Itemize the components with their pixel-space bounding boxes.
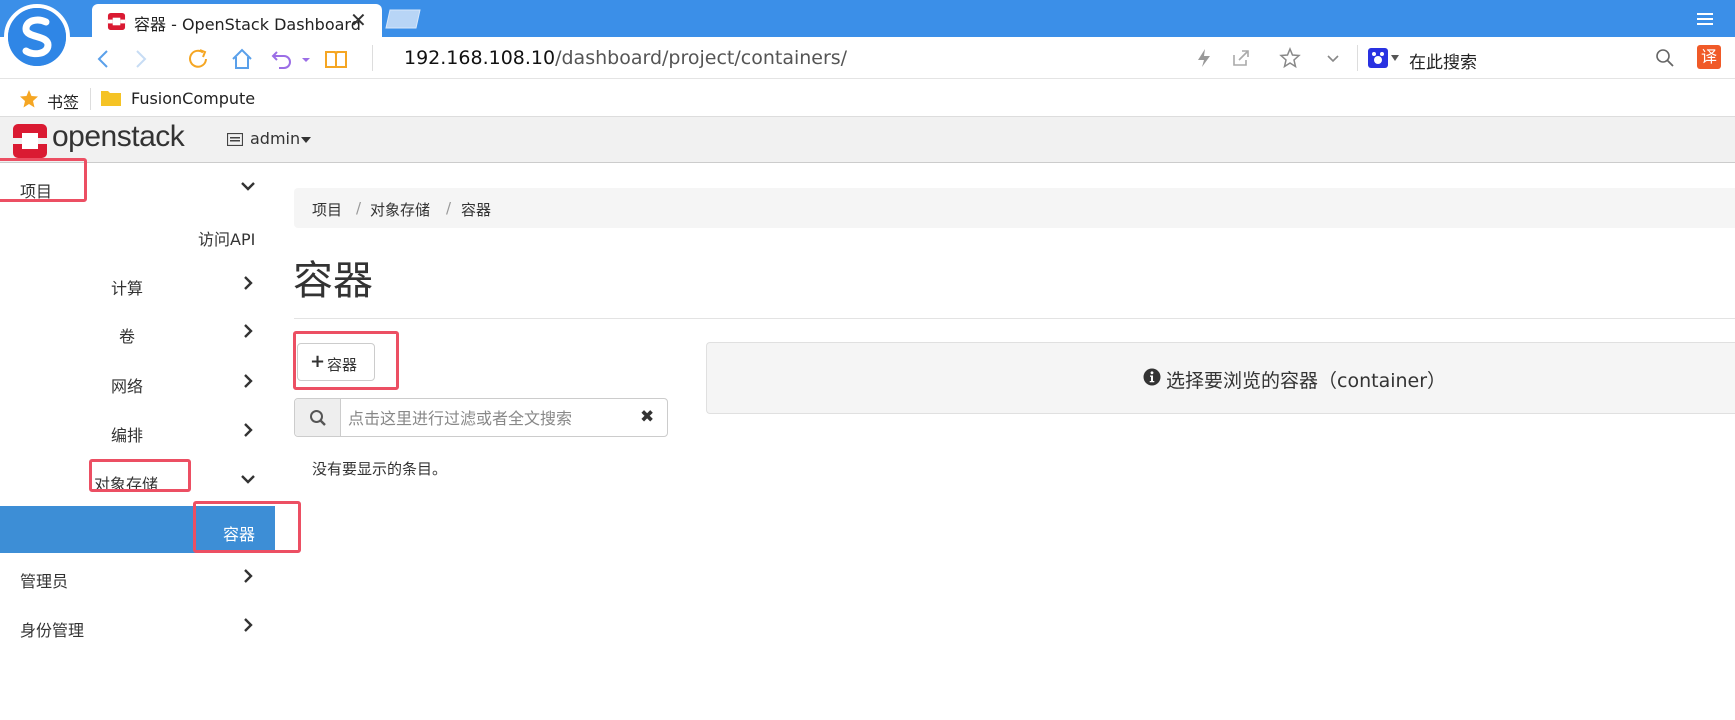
- undo-dropdown-icon[interactable]: [300, 47, 312, 71]
- highlight-box-project: [0, 158, 87, 202]
- sidebar-item-label: 卷: [119, 327, 136, 346]
- page-title: 容器: [293, 258, 373, 304]
- project-dropdown-caret-icon[interactable]: [301, 137, 311, 143]
- chevron-right-icon: [244, 569, 253, 583]
- sidebar-item-identity[interactable]: 身份管理: [0, 604, 275, 648]
- openstack-header: openstack admin: [0, 117, 1735, 163]
- info-message: 选择要浏览的容器（container）: [1166, 370, 1447, 392]
- sidebar-item-label: 计算: [111, 279, 144, 298]
- breadcrumb-item-object-store[interactable]: 对象存储: [370, 199, 430, 220]
- breadcrumb-separator: /: [356, 199, 362, 217]
- url-host: 192.168.108.10: [404, 47, 556, 69]
- add-container-button[interactable]: + 容器: [297, 343, 375, 381]
- chevron-right-icon: [244, 618, 253, 632]
- plus-icon: +: [310, 351, 326, 372]
- title-divider: [294, 318, 1735, 319]
- undo-close-tab-icon[interactable]: [270, 47, 294, 71]
- reload-icon[interactable]: [186, 47, 210, 71]
- addr-divider: [372, 45, 373, 71]
- sidebar-item-label: 编排: [111, 426, 144, 445]
- folder-icon: [101, 91, 121, 106]
- breadcrumb: 项目 / 对象存储 / 容器: [294, 188, 1735, 228]
- browser-tab-active[interactable]: 容器 - OpenStack Dashboard ✕: [92, 4, 382, 37]
- info-circle-icon: [1143, 368, 1161, 386]
- container-info-panel: 选择要浏览的容器（container）: [706, 342, 1735, 414]
- highlight-box-containers: [193, 501, 301, 553]
- home-icon[interactable]: [230, 47, 254, 71]
- sidebar-item-label: 网络: [111, 377, 144, 396]
- project-selector-icon: [227, 133, 243, 146]
- breadcrumb-item-project[interactable]: 项目: [312, 199, 342, 220]
- search-engine-dropdown-icon[interactable]: [1391, 55, 1399, 61]
- sidebar-item-compute[interactable]: 计算: [0, 262, 275, 306]
- url-path: /dashboard/project/containers/: [555, 47, 848, 69]
- bookmarks-button[interactable]: 书签: [47, 89, 79, 113]
- sidebar-item-label: 身份管理: [20, 621, 85, 640]
- container-filter: ✖: [294, 398, 668, 437]
- breadcrumb-separator: /: [446, 199, 452, 217]
- sidebar-item-orchestration[interactable]: 编排: [0, 409, 275, 453]
- sidebar-item-admin[interactable]: 管理员: [0, 555, 275, 599]
- filter-search-addon[interactable]: [295, 399, 341, 436]
- chevron-down-icon: [241, 182, 255, 191]
- search-icon[interactable]: [1654, 47, 1676, 69]
- browser-tabstrip: 容器 - OpenStack Dashboard ✕: [0, 0, 1735, 37]
- search-icon: [310, 410, 326, 426]
- forward-icon[interactable]: [128, 47, 152, 71]
- chevron-right-icon: [244, 423, 253, 437]
- chevron-down-icon: [241, 475, 255, 484]
- browser-search-input[interactable]: 在此搜索: [1409, 48, 1477, 73]
- addr-dropdown-icon[interactable]: [1322, 47, 1344, 69]
- empty-message: 没有要显示的条目。: [312, 460, 448, 478]
- tab-close-icon[interactable]: ✕: [350, 8, 367, 32]
- baidu-search-engine-icon[interactable]: [1368, 48, 1388, 68]
- filter-input[interactable]: [348, 406, 628, 430]
- sidebar-item-volumes[interactable]: 卷: [0, 310, 275, 354]
- breadcrumb-item-containers: 容器: [461, 201, 492, 219]
- back-icon[interactable]: [92, 47, 116, 71]
- bookmark-divider: [90, 88, 91, 110]
- openstack-logo-text[interactable]: openstack: [52, 120, 185, 154]
- url-field[interactable]: 192.168.108.10/dashboard/project/contain…: [404, 47, 847, 69]
- share-icon[interactable]: [1230, 47, 1252, 69]
- clear-filter-icon[interactable]: ✖: [640, 407, 654, 427]
- highlight-box-object-store: [89, 459, 191, 492]
- openstack-favicon-icon: [107, 12, 126, 31]
- address-bar: 192.168.108.10/dashboard/project/contain…: [0, 37, 1735, 79]
- speed-icon[interactable]: [1193, 47, 1215, 69]
- search-divider: [1357, 45, 1358, 71]
- bookmark-star-icon: [20, 90, 38, 108]
- tab-title: 容器 - OpenStack Dashboard: [134, 15, 361, 34]
- openstack-logo-icon[interactable]: [13, 124, 47, 158]
- reader-mode-icon[interactable]: [324, 47, 348, 71]
- browser-menu-icon[interactable]: [1695, 9, 1715, 29]
- browser-logo-icon[interactable]: [4, 4, 70, 70]
- favorite-star-icon[interactable]: [1279, 47, 1301, 69]
- chevron-right-icon: [244, 324, 253, 338]
- chevron-right-icon: [244, 276, 253, 290]
- chevron-right-icon: [244, 374, 253, 388]
- new-tab-icon[interactable]: [384, 9, 424, 29]
- add-container-label: 容器: [327, 356, 358, 374]
- sidebar-item-label: 管理员: [20, 572, 69, 591]
- sidebar-item-api-access[interactable]: 访问API: [0, 213, 275, 257]
- sidebar: 项目 访问API 计算 卷 网络 编排 对象存储 容器 管理员 身份管理: [0, 163, 275, 720]
- sidebar-item-label: 访问API: [198, 230, 256, 249]
- project-selector[interactable]: admin: [250, 129, 300, 148]
- sidebar-item-network[interactable]: 网络: [0, 360, 275, 404]
- translate-button[interactable]: 译: [1697, 45, 1721, 69]
- bookmarks-bar: 书签 FusionCompute: [0, 80, 1735, 117]
- bookmark-folder-fusioncompute[interactable]: FusionCompute: [131, 89, 255, 108]
